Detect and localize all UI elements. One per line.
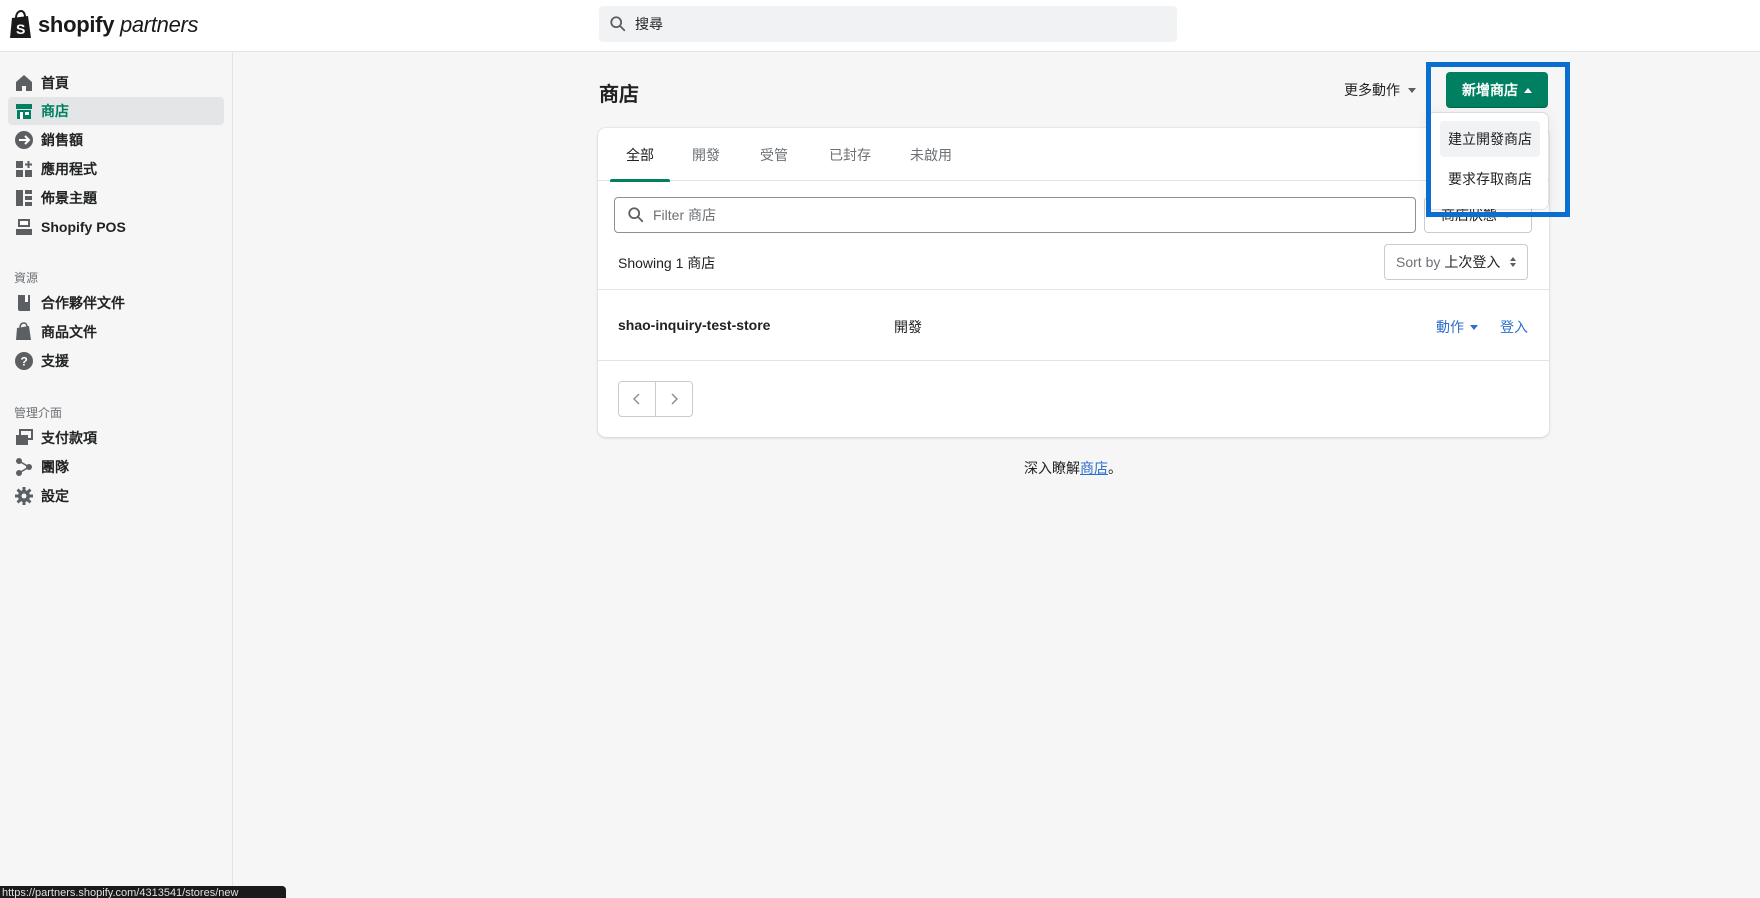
- book-icon: [13, 292, 35, 314]
- sidebar-item-label: 合作夥伴文件: [41, 295, 125, 311]
- sidebar-item-label: 首頁: [41, 75, 69, 91]
- home-icon: [13, 72, 35, 94]
- tab-archived[interactable]: 已封存: [817, 128, 883, 181]
- more-actions-label: 更多動作: [1344, 82, 1400, 98]
- logo-text: shopify partners: [38, 12, 199, 37]
- search-input[interactable]: [635, 16, 1155, 32]
- help-icon: ?: [13, 350, 35, 372]
- sidebar-item-label: 商店: [41, 103, 69, 119]
- pagination: [618, 381, 693, 417]
- sidebar-item-sales[interactable]: 銷售額: [8, 126, 224, 154]
- sidebar-item-team[interactable]: 團隊: [8, 453, 224, 481]
- sidebar-item-support[interactable]: ? 支援: [8, 347, 224, 375]
- previous-page-button[interactable]: [619, 382, 656, 416]
- stores-card: 全部 開發 受管 已封存 未啟用 商店狀態 Showing 1 商店 Sort …: [598, 128, 1549, 437]
- tab-bar: 全部 開發 受管 已封存 未啟用: [598, 128, 1549, 182]
- next-page-button[interactable]: [656, 382, 693, 416]
- sidebar-item-label: 佈景主題: [41, 190, 97, 206]
- sidebar-item-label: 銷售額: [41, 132, 83, 148]
- svg-text:S: S: [16, 21, 25, 37]
- search-icon: [610, 16, 626, 32]
- page-title: 商店: [599, 84, 639, 106]
- store-icon: [13, 100, 35, 122]
- tab-inactive[interactable]: 未啟用: [898, 128, 964, 181]
- sidebar-item-product-docs[interactable]: 商品文件: [8, 318, 224, 346]
- admin-heading: 管理介面: [14, 406, 63, 420]
- sort-value: 上次登入: [1444, 254, 1501, 270]
- sidebar: 首頁 商店 銷售額 應用程式 佈景主題 Shopify POS 資源 合作夥伴文…: [0, 52, 233, 898]
- sales-icon: [13, 129, 35, 151]
- learn-more-text: 深入瞭解商店。: [1024, 460, 1122, 476]
- caret-down-icon: [1408, 87, 1416, 93]
- sidebar-item-home[interactable]: 首頁: [8, 69, 224, 97]
- select-arrows-icon: [1510, 257, 1517, 267]
- store-actions-label: 動作: [1436, 319, 1464, 335]
- shopify-bag-icon: [13, 321, 35, 343]
- tab-managed[interactable]: 受管: [746, 128, 802, 181]
- sidebar-item-pos[interactable]: Shopify POS: [8, 213, 224, 241]
- global-search[interactable]: [599, 6, 1177, 42]
- more-actions-button[interactable]: 更多動作: [1344, 80, 1416, 100]
- filter-field[interactable]: [614, 197, 1416, 233]
- sort-select[interactable]: Sort by 上次登入: [1384, 244, 1528, 280]
- sidebar-item-apps[interactable]: 應用程式: [8, 155, 224, 183]
- highlight-box: [1426, 62, 1570, 217]
- sidebar-item-label: 應用程式: [41, 161, 97, 177]
- sidebar-item-stores[interactable]: 商店: [8, 97, 224, 125]
- sidebar-item-payouts[interactable]: 支付款項: [8, 424, 224, 452]
- search-icon: [628, 207, 644, 223]
- tab-development[interactable]: 開發: [678, 128, 734, 181]
- sidebar-item-label: Shopify POS: [41, 219, 126, 235]
- sidebar-item-settings[interactable]: 設定: [8, 482, 224, 510]
- sidebar-item-partner-docs[interactable]: 合作夥伴文件: [8, 289, 224, 317]
- learn-more-link[interactable]: 商店: [1080, 460, 1108, 476]
- svg-text:?: ?: [21, 355, 28, 369]
- shopify-bag-icon: S: [10, 10, 31, 38]
- chevron-left-icon: [632, 393, 640, 405]
- store-login-link[interactable]: 登入: [1500, 317, 1528, 337]
- sidebar-item-label: 設定: [41, 488, 69, 504]
- tab-all[interactable]: 全部: [610, 128, 670, 182]
- table-row: shao-inquiry-test-store 開發 動作 登入: [598, 289, 1549, 361]
- results-count: Showing 1 商店: [618, 255, 716, 271]
- caret-down-icon: [1470, 324, 1478, 330]
- sidebar-item-label: 支付款項: [41, 430, 97, 446]
- sidebar-item-label: 商品文件: [41, 324, 97, 340]
- pos-icon: [13, 216, 35, 238]
- resources-heading: 資源: [14, 271, 39, 285]
- sidebar-item-themes[interactable]: 佈景主題: [8, 184, 224, 212]
- gear-icon: [13, 485, 35, 507]
- payouts-icon: [13, 427, 35, 449]
- sort-key-label: Sort by: [1396, 254, 1441, 270]
- status-bar-url: https://partners.shopify.com/4313541/sto…: [0, 886, 286, 898]
- chevron-right-icon: [671, 393, 678, 405]
- sidebar-item-label: 團隊: [41, 459, 69, 475]
- themes-icon: [13, 187, 35, 209]
- apps-icon: [13, 158, 35, 180]
- store-name[interactable]: shao-inquiry-test-store: [618, 317, 770, 333]
- top-bar: S shopify partners: [0, 0, 1760, 52]
- filter-input[interactable]: [653, 207, 1393, 223]
- shopify-partners-logo[interactable]: S shopify partners: [8, 9, 199, 41]
- store-type: 開發: [894, 319, 922, 335]
- store-actions-button[interactable]: 動作: [1436, 317, 1478, 337]
- sidebar-item-label: 支援: [41, 353, 69, 369]
- team-icon: [13, 456, 35, 478]
